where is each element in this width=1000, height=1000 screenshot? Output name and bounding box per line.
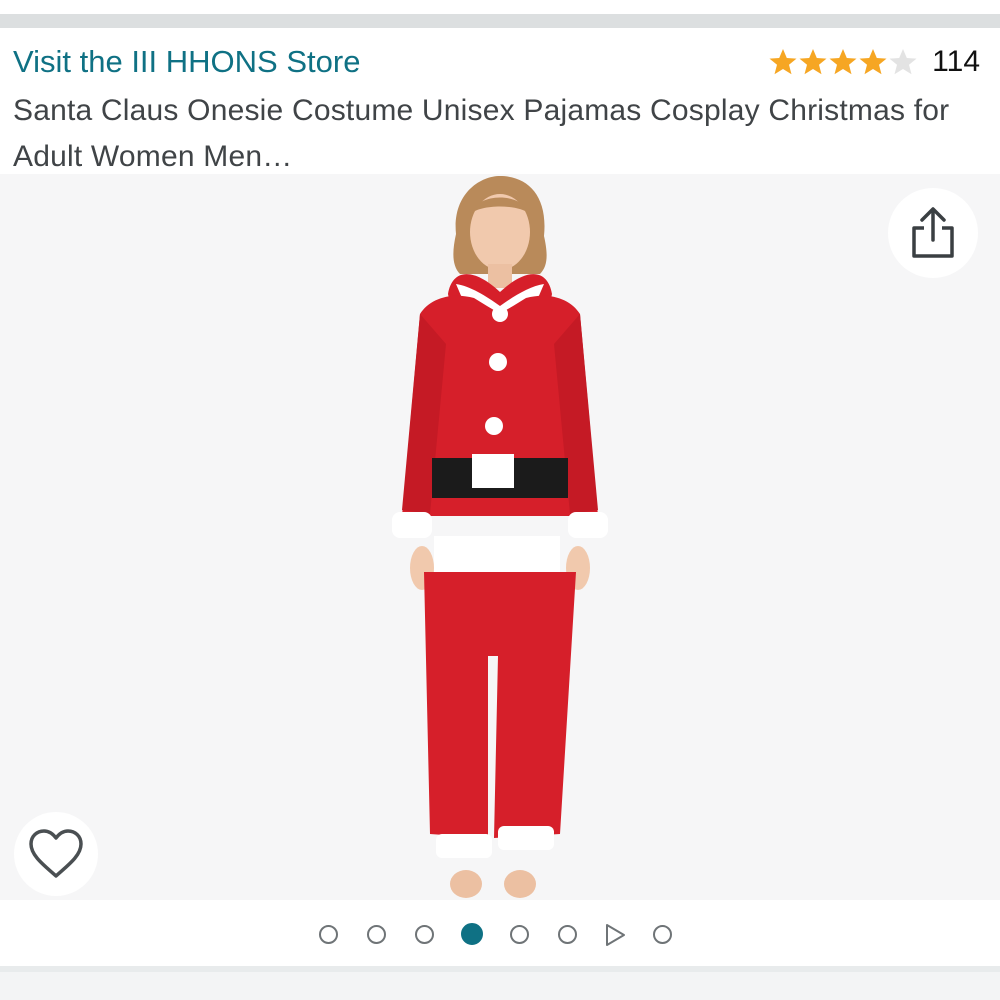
rating-summary[interactable]: 114 (768, 42, 980, 82)
carousel-dot[interactable] (415, 925, 434, 944)
product-image[interactable] (0, 174, 1000, 900)
play-icon (606, 924, 625, 946)
star-rating (768, 47, 918, 77)
add-to-wishlist-button[interactable] (14, 812, 98, 896)
bottom-divider-inner (0, 972, 1000, 1000)
top-divider (0, 14, 1000, 28)
share-button[interactable] (888, 188, 978, 278)
star-filled-icon (799, 49, 827, 75)
visit-store-link[interactable]: Visit the III HHONS Store (13, 42, 360, 82)
heart-icon (29, 829, 83, 878)
star-empty-icon (889, 49, 917, 75)
product-page: Visit the III HHONS Store 114 Santa Clau… (0, 0, 1000, 1000)
product-title: Santa Claus Onesie Costume Unisex Pajama… (13, 94, 950, 173)
star-filled-icon (859, 49, 887, 75)
star-filled-icon (829, 49, 857, 75)
carousel-dot[interactable] (367, 925, 386, 944)
rating-count[interactable]: 114 (932, 42, 980, 82)
carousel-dot[interactable] (653, 925, 672, 944)
carousel-dot[interactable] (319, 925, 338, 944)
santa-onesie-photo (392, 176, 608, 898)
carousel-dot[interactable] (510, 925, 529, 944)
carousel-video-indicator[interactable] (603, 923, 627, 947)
star-filled-icon (769, 49, 797, 75)
carousel-dot-active[interactable] (461, 923, 483, 945)
carousel-dot[interactable] (558, 925, 577, 944)
share-icon (912, 207, 954, 258)
image-carousel-indicators (0, 918, 1000, 952)
